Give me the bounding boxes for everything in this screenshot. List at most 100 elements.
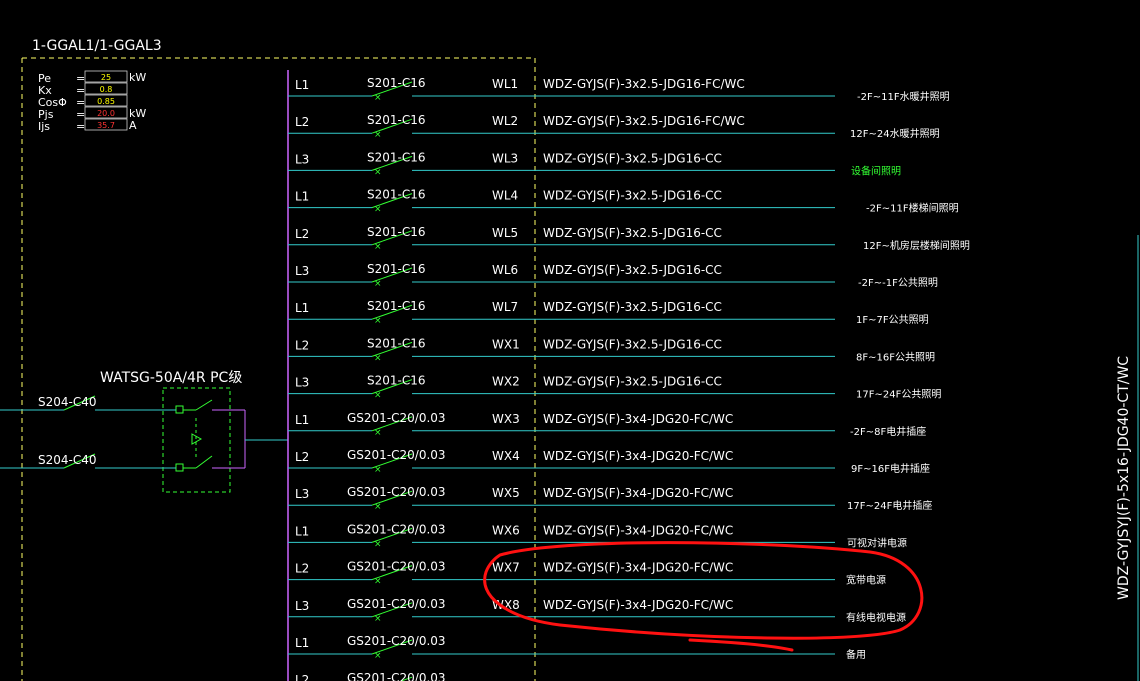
circuit-breaker-label: GS201-C20/0.03	[347, 671, 446, 681]
circuit-phase: L3	[295, 152, 309, 166]
param-equals: =	[76, 120, 85, 133]
circuit-row: L2 × GS201-C20/0.03 WX7 WDZ-GYJS(F)-3x4-JDG2…	[288, 560, 886, 587]
param-value: 35.7	[97, 121, 115, 130]
circuit-cable: WDZ-GYJS(F)-3x2.5-JDG16-CC	[543, 375, 722, 389]
circuit-description: 17F~24F公共照明	[856, 389, 941, 401]
circuit-row: L2×GS201-C20/0.03	[295, 671, 446, 681]
circuit-cable: WDZ-GYJS(F)-3x4-JDG20-FC/WC	[543, 449, 733, 463]
breaker-mark: ×	[374, 167, 382, 177]
breaker-mark: ×	[374, 614, 382, 624]
outgoing-circuits: L1 × S201-C16 WL1 WDZ-GYJS(F)-3x2.5-JDG16-FC…	[288, 76, 970, 681]
ats-switch	[162, 387, 288, 493]
circuit-phase: L1	[295, 78, 309, 92]
circuit-breaker-label: GS201-C20/0.03	[347, 448, 446, 462]
breaker-mark: ×	[374, 130, 382, 140]
circuit-description: -2F~11F楼梯间照明	[866, 202, 959, 215]
param-value: 20.0	[97, 109, 115, 118]
circuit-cable: WDZ-GYJS(F)-3x4-JDG20-FC/WC	[543, 412, 733, 426]
breaker-mark: ×	[374, 353, 382, 363]
incoming-breaker-label: S204-C40	[38, 395, 97, 409]
circuit-phase: L1	[295, 190, 309, 204]
circuit-phase: L3	[295, 376, 309, 390]
circuit-row: L1 × S201-C16 WL7 WDZ-GYJS(F)-3x2.5-JDG16-CC…	[288, 299, 929, 326]
param-name: Ijs	[38, 120, 50, 133]
circuit-phase: L3	[295, 487, 309, 501]
circuit-phase: L1	[295, 301, 309, 315]
circuit-id: WL1	[492, 77, 518, 91]
breaker-mark: ×	[374, 279, 382, 289]
circuit-row: L2 × S201-C16 WL2 WDZ-GYJS(F)-3x2.5-JDG16-FC…	[288, 113, 940, 140]
circuit-row: L2 × S201-C16 WX1 WDZ-GYJS(F)-3x2.5-JDG16-CC…	[288, 336, 935, 363]
circuit-phase: L3	[295, 264, 309, 278]
circuit-description: 可视对讲电源	[847, 536, 907, 549]
circuit-breaker-label: GS201-C20/0.03	[347, 560, 446, 574]
circuit-cable: WDZ-GYJS(F)-3x4-JDG20-FC/WC	[543, 523, 733, 537]
circuit-cable: WDZ-GYJS(F)-3x2.5-JDG16-FC/WC	[543, 77, 745, 91]
circuit-breaker-label: GS201-C20/0.03	[347, 485, 446, 499]
circuit-cable: WDZ-GYJS(F)-3x2.5-JDG16-CC	[543, 263, 722, 277]
circuit-cable: WDZ-GYJS(F)-3x2.5-JDG16-CC	[543, 151, 722, 165]
feed-cable-label: WDZ-GYJSYJ(F)-5x16-JDG40-CT/WC	[1116, 356, 1132, 600]
panel-title: 1-GGAL1/1-GGAL3	[32, 38, 162, 54]
circuit-breaker-label: GS201-C20/0.03	[347, 634, 446, 648]
circuit-cable: WDZ-GYJS(F)-3x2.5-JDG16-FC/WC	[543, 114, 745, 128]
ats-label: WATSG-50A/4R PC级	[100, 370, 242, 386]
incoming-breaker-label: S204-C40	[38, 453, 97, 467]
cad-drawing: 1-GGAL1/1-GGAL3 Pe = 25 kWKx = 0.8CosΦ = 0.85Pj…	[0, 38, 1139, 681]
circuit-cable: WDZ-GYJS(F)-3x4-JDG20-FC/WC	[543, 561, 733, 575]
circuit-description: 设备间照明	[851, 164, 901, 177]
circuit-cable: WDZ-GYJS(F)-3x4-JDG20-FC/WC	[543, 598, 733, 612]
circuit-description: 8F~16F公共照明	[856, 351, 935, 363]
circuit-row: L1 × S201-C16 WL1 WDZ-GYJS(F)-3x2.5-JDG16-FC…	[288, 76, 950, 103]
circuit-cable: WDZ-GYJS(F)-3x2.5-JDG16-CC	[543, 300, 722, 314]
circuit-phase: L2	[295, 562, 309, 576]
circuit-phase: L2	[295, 673, 309, 681]
circuit-cable: WDZ-GYJS(F)-3x4-JDG20-FC/WC	[543, 486, 733, 500]
circuit-id: WX3	[492, 412, 520, 426]
param-unit: kW	[129, 71, 146, 84]
circuit-id: WX5	[492, 486, 520, 500]
breaker-mark: ×	[374, 502, 382, 512]
circuit-breaker-label: S201-C16	[367, 299, 426, 313]
circuit-description: 有线电视电源	[846, 611, 906, 624]
circuit-phase: L2	[295, 115, 309, 129]
param-value: 0.8	[100, 85, 113, 94]
breaker-mark: ×	[374, 539, 382, 549]
circuit-cable: WDZ-GYJS(F)-3x2.5-JDG16-CC	[543, 226, 722, 240]
circuit-row: L1 × GS201-C20/0.03 WX3 WDZ-GYJS(F)-3x4-JDG2…	[288, 411, 926, 438]
circuit-phase: L1	[295, 524, 309, 538]
breaker-mark: ×	[374, 93, 382, 103]
circuit-phase: L2	[295, 338, 309, 352]
circuit-description: -2F~8F电井插座	[850, 425, 926, 438]
circuit-cable: WDZ-GYJS(F)-3x2.5-JDG16-CC	[543, 189, 722, 203]
param-value: 0.85	[97, 97, 115, 106]
breaker-mark: ×	[374, 577, 382, 587]
circuit-phase: L1	[295, 413, 309, 427]
circuit-breaker-label: S201-C16	[367, 113, 426, 127]
circuit-breaker-label: GS201-C20/0.03	[347, 411, 446, 425]
incoming-feeders: S204-C40 S204-C40	[0, 395, 176, 469]
circuit-row: L3 × S201-C16 WL3 WDZ-GYJS(F)-3x2.5-JDG16-CC…	[288, 150, 901, 177]
param-value: 25	[101, 73, 111, 82]
circuit-row: L3 × GS201-C20/0.03 WX5 WDZ-GYJS(F)-3x4-JDG2…	[288, 485, 932, 512]
circuit-description: 17F~24F电井插座	[847, 499, 932, 512]
circuit-breaker-label: S201-C16	[367, 76, 426, 90]
circuit-breaker-label: S201-C16	[367, 150, 426, 164]
circuit-phase: L2	[295, 227, 309, 241]
circuit-id: WX4	[492, 449, 520, 463]
circuit-description: -2F~11F水暖井照明	[857, 90, 950, 103]
circuit-id: WL2	[492, 114, 518, 128]
circuit-breaker-label: GS201-C20/0.03	[347, 597, 446, 611]
circuit-breaker-label: S201-C16	[367, 262, 426, 276]
circuit-phase: L2	[295, 450, 309, 464]
circuit-row: L3 × S201-C16 WL6 WDZ-GYJS(F)-3x2.5-JDG16-CC…	[288, 262, 938, 289]
breaker-mark: ×	[374, 205, 382, 215]
circuit-id: WL7	[492, 300, 518, 314]
breaker-mark: ×	[374, 242, 382, 252]
circuit-id: WX2	[492, 375, 520, 389]
circuit-description: 宽带电源	[846, 574, 886, 587]
panel-frame	[21, 57, 536, 681]
circuit-row: L2 × GS201-C20/0.03 WX4 WDZ-GYJS(F)-3x4-JDG2…	[288, 448, 930, 475]
red-circle-markup	[483, 541, 924, 652]
circuit-breaker-label: S201-C16	[367, 188, 426, 202]
